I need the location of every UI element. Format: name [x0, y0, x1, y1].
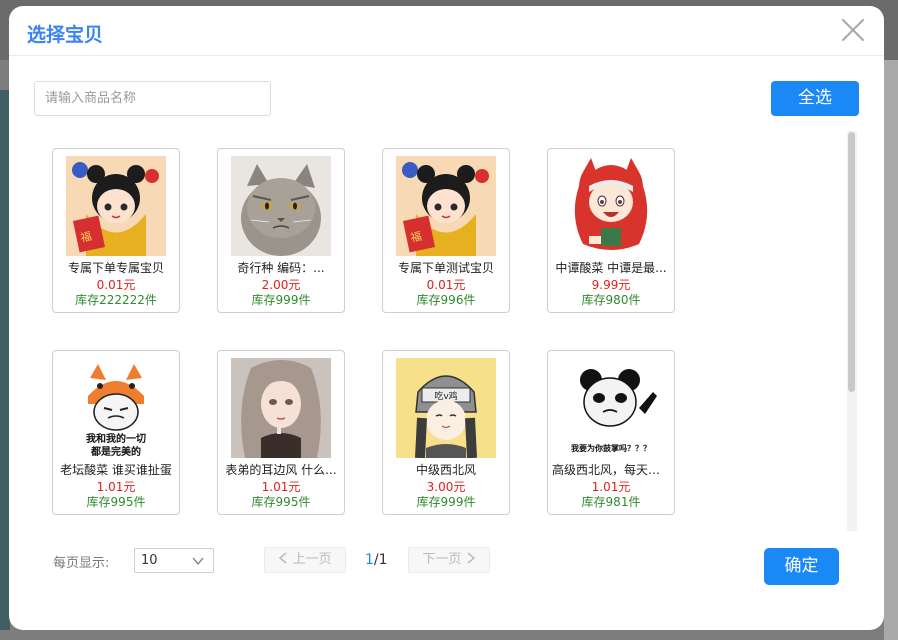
product-stock: 库存995件: [86, 495, 146, 509]
product-image-anime-red-hood: [561, 156, 661, 256]
product-stock: 库存981件: [581, 495, 641, 509]
scrollbar-thumb[interactable]: [848, 132, 855, 392]
product-stock: 库存995件: [251, 495, 311, 509]
product-name: 专属下单测试宝贝: [397, 261, 494, 275]
product-image-grumpy-cat: [231, 156, 331, 256]
product-stock: 库存222222件: [75, 293, 157, 307]
chevron-left-icon: [279, 552, 287, 564]
product-grid: 福 专属下单专属宝贝 0.01元 库存222222件 奇行种 编码：... 2.…: [9, 136, 849, 531]
product-name: 奇行种 编码：...: [237, 261, 325, 275]
product-card[interactable]: 福 专属下单测试宝贝 0.01元 库存996件: [382, 148, 510, 313]
product-name: 专属下单专属宝贝: [67, 261, 164, 275]
next-page-button[interactable]: 下一页: [408, 547, 490, 573]
total-pages: 1: [378, 552, 388, 568]
product-card[interactable]: 奇行种 编码：... 2.00元 库存999件: [217, 148, 345, 313]
product-name: 高级西北风，每天喝...: [552, 463, 670, 477]
product-image-girl-new-year: 福: [396, 156, 496, 256]
select-product-modal: 选择宝贝 全选: [9, 6, 884, 630]
current-page: 1: [365, 552, 374, 568]
product-name: 中谭酸菜 中谭是最...: [555, 261, 667, 275]
product-stock: 库存996件: [416, 293, 476, 307]
product-card[interactable]: 吃v鸡 中级西北风 3.00元 库存999件: [382, 350, 510, 515]
confirm-button[interactable]: 确定: [764, 548, 839, 585]
chevron-right-icon: [467, 552, 475, 564]
product-image-panda-meme: 我要为你鼓掌吗？？？: [561, 358, 661, 458]
product-card[interactable]: 福 专属下单专属宝贝 0.01元 库存222222件: [52, 148, 180, 313]
product-name: 老坛酸菜 谁买谁扯蛋: [60, 463, 172, 477]
svg-text:我和我的一切: 我和我的一切: [86, 432, 146, 445]
product-card[interactable]: 表弟的耳边风 什么... 1.01元 库存995件: [217, 350, 345, 515]
product-image-anime-long-hair: [231, 358, 331, 458]
product-name: 中级西北风: [415, 463, 476, 477]
modal-title: 选择宝贝: [27, 24, 104, 46]
prev-page-label: 上一页: [292, 552, 332, 567]
product-name: 表弟的耳边风 什么...: [225, 463, 337, 477]
prev-page-button[interactable]: 上一页: [264, 547, 346, 573]
background-right-edge: [884, 60, 898, 640]
svg-text:都是完美的: 都是完美的: [90, 445, 141, 458]
product-image-girl-new-year: 福: [66, 156, 166, 256]
svg-text:我要为你鼓掌吗？？？: 我要为你鼓掌吗？？？: [571, 443, 651, 453]
next-page-label: 下一页: [422, 552, 462, 567]
product-image-anime-helmet: 吃v鸡: [396, 358, 496, 458]
per-page-value: 10: [141, 553, 158, 568]
product-card[interactable]: 中谭酸菜 中谭是最... 9.99元 库存980件: [547, 148, 675, 313]
product-card[interactable]: 我要为你鼓掌吗？？？ 高级西北风，每天喝... 1.01元 库存981件: [547, 350, 675, 515]
product-stock: 库存999件: [416, 495, 476, 509]
page-indicator: 1/1: [365, 552, 388, 568]
product-stock: 库存980件: [581, 293, 641, 307]
select-all-button[interactable]: 全选: [771, 81, 859, 116]
modal-header: 选择宝贝: [9, 6, 884, 56]
per-page-select[interactable]: 10: [134, 548, 214, 573]
chevron-down-icon: [192, 557, 204, 566]
product-search-input[interactable]: [34, 81, 271, 116]
per-page-label: 每页显示:: [53, 556, 110, 571]
close-icon[interactable]: [840, 17, 866, 43]
product-stock: 库存999件: [251, 293, 311, 307]
product-image-meme-cat-hat: 我和我的一切 都是完美的: [66, 358, 166, 458]
product-card[interactable]: 我和我的一切 都是完美的 老坛酸菜 谁买谁扯蛋 1.01元 库存995件: [52, 350, 180, 515]
